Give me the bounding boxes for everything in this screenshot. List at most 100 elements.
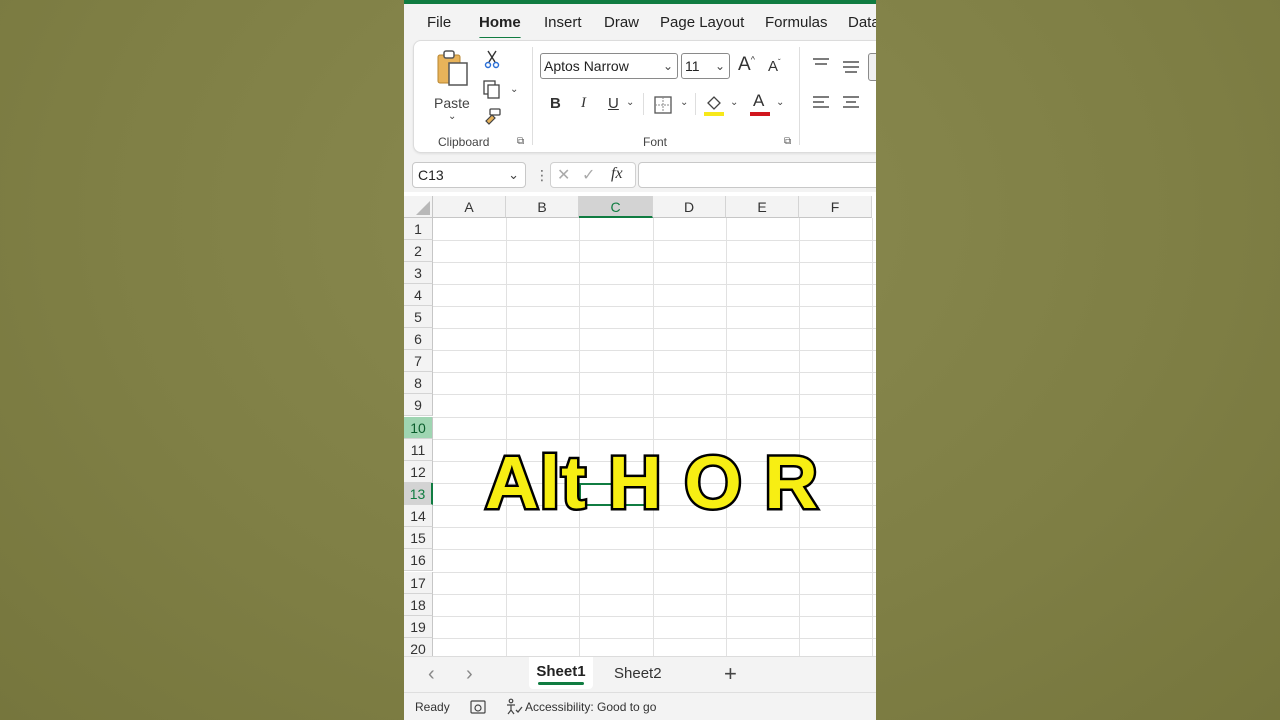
font-name-value: Aptos Narrow: [544, 58, 629, 74]
group-divider: [532, 47, 533, 145]
row-header-16[interactable]: 16: [404, 549, 433, 571]
row-header-5[interactable]: 5: [404, 306, 433, 328]
formula-input[interactable]: [638, 162, 876, 188]
insert-function-button[interactable]: fx: [611, 165, 623, 183]
column-header-e[interactable]: E: [726, 196, 799, 218]
column-header-d[interactable]: D: [653, 196, 726, 218]
status-ready: Ready: [415, 700, 450, 714]
row-header-9[interactable]: 9: [404, 394, 433, 416]
chevron-right-icon[interactable]: ›: [466, 663, 473, 686]
column-header-c[interactable]: C: [579, 196, 653, 218]
align-left-icon[interactable]: [812, 95, 830, 111]
top-align-icon[interactable]: [812, 57, 830, 71]
worksheet-grid[interactable]: A B C D E F 1 2 3 4 5 6 7 8 9 10 11 12 1…: [404, 196, 876, 660]
underline-chevron-icon[interactable]: ⌄: [626, 97, 634, 108]
row-header-8[interactable]: 8: [404, 372, 433, 394]
tab-draw[interactable]: Draw: [604, 14, 639, 31]
row-header-19[interactable]: 19: [404, 616, 433, 638]
add-sheet-button[interactable]: +: [724, 661, 737, 687]
tab-data[interactable]: Data: [848, 14, 876, 31]
tab-insert[interactable]: Insert: [544, 14, 582, 31]
underline-button[interactable]: U: [608, 95, 619, 112]
row-header-12[interactable]: 12: [404, 461, 433, 483]
row-header-18[interactable]: 18: [404, 594, 433, 616]
group-divider: [799, 47, 800, 145]
row-header-4[interactable]: 4: [404, 284, 433, 306]
row-header-10[interactable]: 10: [404, 417, 433, 439]
clipboard-group-label: Clipboard: [438, 135, 490, 149]
column-header-b[interactable]: B: [506, 196, 579, 218]
row-header-6[interactable]: 6: [404, 328, 433, 350]
row-header-11[interactable]: 11: [404, 439, 433, 461]
font-name-dropdown[interactable]: Aptos Narrow ⌄: [540, 53, 678, 79]
row-header-13[interactable]: 13: [404, 483, 433, 505]
cut-icon[interactable]: [484, 49, 500, 69]
tab-home[interactable]: Home: [479, 14, 521, 31]
dialog-launcher-icon[interactable]: ⧉: [784, 136, 791, 147]
row-header-3[interactable]: 3: [404, 262, 433, 284]
divider: [695, 93, 696, 115]
borders-chevron-icon[interactable]: ⌄: [680, 97, 688, 108]
align-center-icon[interactable]: [842, 95, 860, 111]
tab-formulas[interactable]: Formulas: [765, 14, 828, 31]
decrease-font-size-icon[interactable]: Aˇ: [768, 58, 781, 75]
more-options-icon[interactable]: ⋮: [535, 167, 549, 184]
font-size-value: 11: [685, 58, 700, 74]
name-box[interactable]: C13 ⌄: [412, 162, 526, 188]
gridline: [433, 417, 876, 418]
font-color-chevron-icon[interactable]: ⌄: [776, 97, 784, 108]
ribbon: Paste ⌄ ⌄ Clipboard ⧉ Aptos Narrow ⌄ 11 …: [413, 40, 876, 153]
dialog-launcher-icon[interactable]: ⧉: [517, 136, 524, 147]
borders-icon[interactable]: [654, 96, 672, 114]
cancel-icon[interactable]: ✕: [557, 165, 570, 185]
paste-label: Paste: [434, 95, 470, 111]
paste-button[interactable]: Paste ⌄: [428, 47, 472, 122]
active-sheet-indicator: [538, 682, 584, 685]
gridline: [433, 372, 876, 373]
chevron-down-icon: ⌄: [662, 59, 673, 73]
macro-recorder-icon[interactable]: [470, 699, 486, 715]
gridline: [433, 240, 876, 241]
font-size-dropdown[interactable]: 11 ⌄: [681, 53, 730, 79]
copy-icon[interactable]: [482, 79, 502, 99]
column-header-a[interactable]: A: [433, 196, 506, 218]
font-group-label: Font: [643, 135, 668, 149]
column-header-f[interactable]: F: [799, 196, 872, 218]
gridline: [433, 572, 876, 573]
row-header-14[interactable]: 14: [404, 505, 433, 527]
gridline: [433, 549, 876, 550]
format-painter-icon[interactable]: [482, 107, 502, 127]
divider: [643, 93, 644, 115]
gridline: [433, 594, 876, 595]
select-all-button[interactable]: [404, 196, 433, 218]
accessibility-icon[interactable]: [505, 698, 523, 716]
row-header-1[interactable]: 1: [404, 218, 433, 240]
accessibility-status[interactable]: Accessibility: Good to go: [525, 700, 656, 714]
increase-font-size-icon[interactable]: A^: [738, 54, 755, 76]
chevron-down-icon: ⌄: [508, 167, 519, 182]
fill-color-icon[interactable]: [704, 93, 724, 117]
row-header-17[interactable]: 17: [404, 572, 433, 594]
chevron-down-icon: ⌄: [714, 59, 725, 73]
row-header-7[interactable]: 7: [404, 350, 433, 372]
tab-file[interactable]: File: [427, 14, 451, 31]
chevron-left-icon[interactable]: ‹: [428, 663, 435, 686]
gridline: [433, 616, 876, 617]
bold-button[interactable]: B: [550, 95, 561, 112]
sheet-tab-bar: ‹ › Sheet1 Sheet2 +: [404, 656, 876, 693]
italic-button[interactable]: I: [581, 95, 586, 112]
select-all-triangle: [416, 201, 430, 215]
middle-align-icon[interactable]: [842, 59, 860, 73]
font-color-button[interactable]: A: [750, 91, 770, 117]
bottom-align-button[interactable]: [868, 53, 876, 81]
tab-page-layout[interactable]: Page Layout: [660, 14, 744, 31]
copy-chevron-icon[interactable]: ⌄: [510, 84, 518, 95]
fill-color-chevron-icon[interactable]: ⌄: [730, 97, 738, 108]
gridline: [433, 328, 876, 329]
row-header-2[interactable]: 2: [404, 240, 433, 262]
sheet-tab-sheet2[interactable]: Sheet2: [614, 665, 662, 682]
row-header-15[interactable]: 15: [404, 527, 433, 549]
enter-icon[interactable]: ✓: [582, 165, 595, 185]
formula-bar: C13 ⌄ ⋮ ✕ ✓ fx: [404, 160, 876, 192]
gridline: [433, 262, 876, 263]
